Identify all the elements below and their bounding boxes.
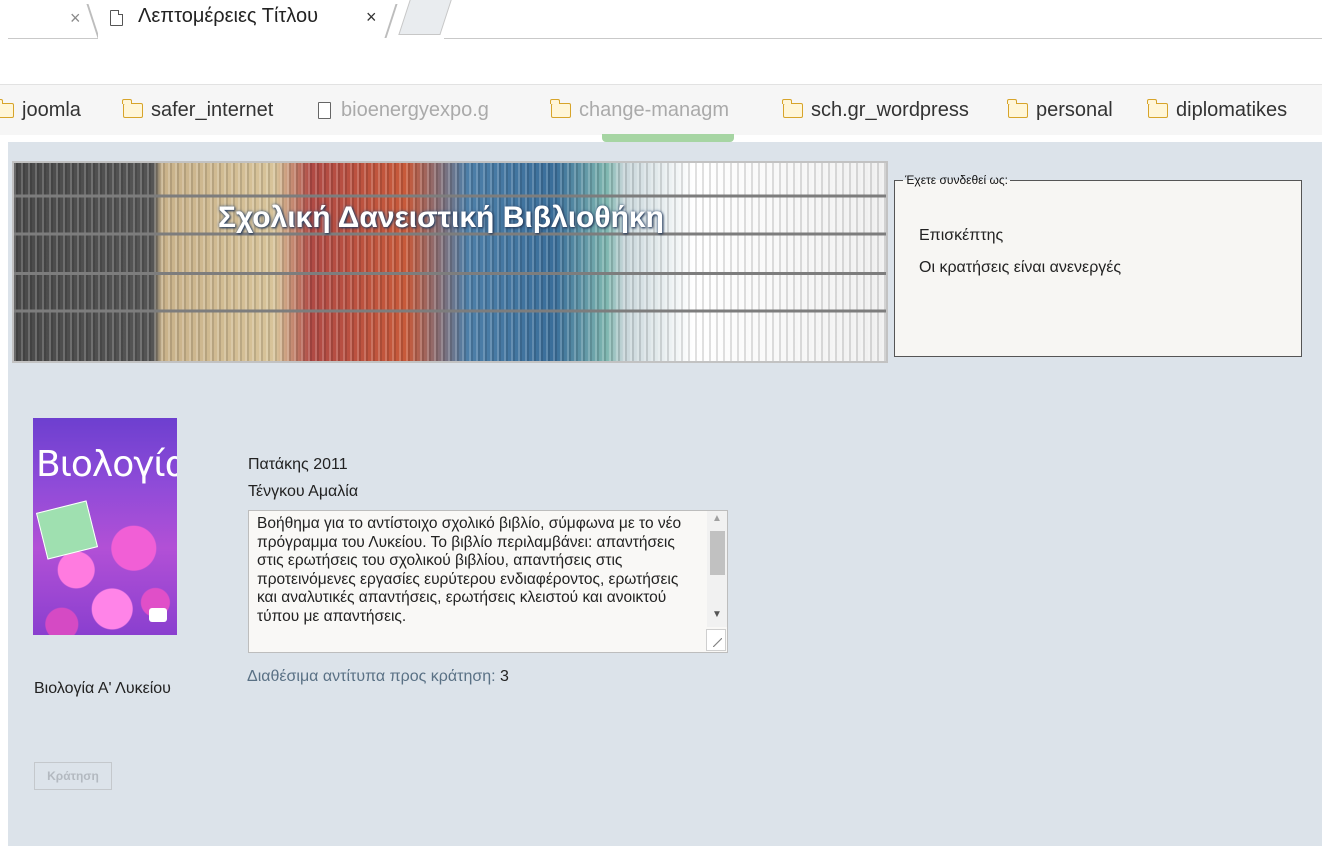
publisher-logo [149, 608, 167, 622]
book-cover-image: Βιολογία [33, 418, 177, 635]
available-count: 3 [500, 668, 509, 685]
page-icon [110, 10, 123, 26]
book-title: Βιολογία Α' Λυκείου [34, 680, 171, 697]
bookmark-safer-internet[interactable]: safer_internet [122, 97, 274, 123]
folder-icon [0, 98, 14, 118]
folder-icon [550, 98, 571, 118]
description-scrollbar[interactable]: ▲ ▼ [707, 511, 727, 627]
publisher-year: Πατάκης 2011 [248, 456, 348, 473]
tab-strip-border [444, 38, 1322, 39]
page-content: Σχολική Δανειστική Βιβλιοθήκη Έχετε συνδ… [8, 142, 1322, 846]
active-tab[interactable]: Λεπτομέρειες Τίτλου × [98, 0, 398, 38]
description-textarea[interactable]: Βοήθημα για το αντίστοιχο σχολικό βιβλίο… [248, 510, 728, 653]
tab-title: Λεπτομέρειες Τίτλου [138, 5, 319, 27]
folder-icon [782, 98, 803, 118]
resize-grip-icon[interactable] [706, 629, 726, 651]
site-title: Σχολική Δανειστική Βιβλιοθήκη [218, 201, 664, 234]
scroll-up-icon[interactable]: ▲ [712, 513, 722, 524]
bookmark-label: bioenergyexpo.g [341, 98, 489, 121]
bookmark-bioenergyexpo[interactable]: bioenergyexpo.g [318, 97, 489, 123]
previous-tab[interactable]: × [8, 0, 100, 39]
new-tab-button[interactable] [398, 0, 452, 35]
login-legend: Έχετε συνδεθεί ως: [905, 173, 1008, 187]
tab-separator [384, 4, 398, 38]
page-icon [318, 101, 331, 119]
bookmark-sch-gr-wordpress[interactable]: sch.gr_wordpress [782, 97, 969, 123]
scrollbar-thumb[interactable] [710, 531, 725, 575]
description-text: Βοήθημα για το αντίστοιχο σχολικό βιβλίο… [257, 515, 682, 625]
available-copies: Διαθέσιμα αντίτυπα προς κράτηση: 3 [247, 668, 509, 686]
bookmark-personal[interactable]: personal [1007, 97, 1113, 123]
library-banner-image: Σχολική Δανειστική Βιβλιοθήκη [14, 163, 886, 361]
reservations-status: Οι κρατήσεις είναι ανενεργές [919, 259, 1122, 276]
folder-icon [122, 98, 143, 118]
bookmark-joomla[interactable]: joomla [0, 97, 81, 123]
scroll-down-icon[interactable]: ▼ [712, 609, 722, 620]
close-tab-icon[interactable]: × [70, 8, 81, 29]
bookmark-label: safer_internet [151, 98, 274, 121]
folder-icon [1147, 98, 1168, 118]
bookmark-change-management[interactable]: change-managm [550, 97, 730, 123]
close-tab-icon[interactable]: × [366, 7, 377, 28]
author: Τένγκου Αμαλία [248, 483, 359, 500]
bookmark-label: change-managm [579, 98, 730, 121]
bookmark-label: joomla [22, 98, 81, 121]
bookmarks-bar: joomla safer_internet bioenergyexpo.g ch… [0, 84, 1322, 135]
folder-icon [1007, 98, 1028, 118]
bookmark-diplomatikes[interactable]: diplomatikes [1147, 97, 1288, 123]
available-label: Διαθέσιμα αντίτυπα προς κράτηση: [247, 668, 496, 685]
bookmark-label: sch.gr_wordpress [811, 98, 969, 121]
browser-tab-strip: × Λεπτομέρειες Τίτλου × [0, 0, 1322, 42]
login-status-box: Έχετε συνδεθεί ως: Επισκέπτης Οι κρατήσε… [894, 173, 1302, 357]
page-loading-indicator [602, 134, 734, 142]
logged-in-user: Επισκέπτης [919, 227, 1004, 244]
bookmark-label: diplomatikes [1176, 98, 1288, 121]
cover-sticker [35, 500, 99, 560]
reserve-button[interactable]: Κράτηση [34, 762, 112, 790]
cover-title: Βιολογία [36, 444, 177, 485]
bookmark-label: personal [1036, 98, 1113, 121]
